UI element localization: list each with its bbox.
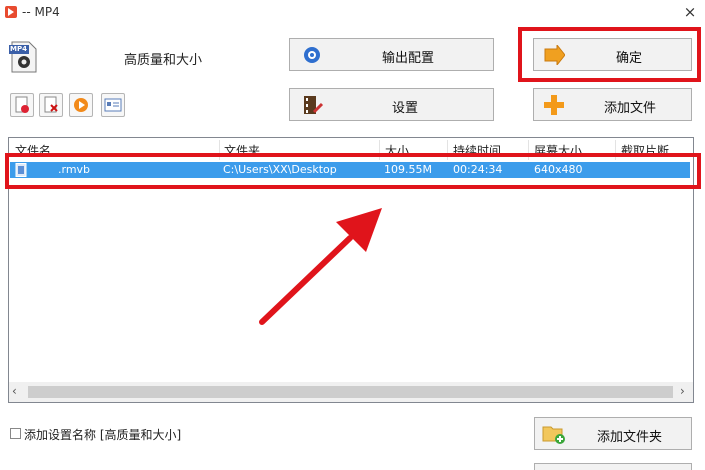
mp4-icon-text: MP4 bbox=[10, 45, 27, 53]
output-config-label: 输出配置 bbox=[382, 51, 435, 66]
scroll-right-icon[interactable]: › bbox=[680, 384, 685, 398]
delete-icon[interactable] bbox=[10, 93, 34, 117]
mp4-file-icon: MP4 bbox=[9, 41, 37, 73]
window-title: -- MP4 bbox=[22, 5, 60, 19]
app-logo-icon bbox=[5, 6, 17, 18]
settings-label: 设置 bbox=[392, 101, 419, 116]
arrow-right-icon bbox=[544, 45, 565, 65]
confirm-label: 确定 bbox=[616, 51, 643, 66]
film-tools-icon bbox=[304, 96, 324, 114]
add-setting-name-label: 添加设置名称 [高质量和大小] bbox=[24, 428, 182, 442]
annotation-arrow-icon bbox=[259, 208, 382, 325]
add-folder-icon bbox=[542, 426, 565, 444]
confirm-button[interactable]: 确定 bbox=[533, 38, 692, 71]
quality-label: 高质量和大小 bbox=[124, 53, 203, 68]
add-setting-name-checkbox[interactable] bbox=[10, 428, 21, 439]
plus-icon bbox=[544, 95, 564, 115]
add-folder-button[interactable]: 添加文件夹 bbox=[534, 417, 692, 450]
settings-button[interactable]: 设置 bbox=[289, 88, 494, 121]
close-button[interactable]: × bbox=[682, 3, 698, 21]
output-config-button[interactable]: 输出配置 bbox=[289, 38, 494, 71]
add-folder-label: 添加文件夹 bbox=[597, 430, 663, 445]
bottom-button-edge bbox=[534, 463, 692, 470]
add-file-button[interactable]: 添加文件 bbox=[533, 88, 692, 121]
remove-icon[interactable] bbox=[39, 93, 63, 117]
add-file-label: 添加文件 bbox=[604, 101, 657, 116]
scrollbar-thumb[interactable] bbox=[28, 386, 673, 398]
row-highlight bbox=[5, 153, 701, 189]
scroll-left-icon[interactable]: ‹ bbox=[12, 384, 17, 398]
gear-globe-icon bbox=[304, 47, 320, 63]
title-bar: -- MP4 × bbox=[0, 0, 705, 26]
play-icon[interactable] bbox=[69, 93, 93, 117]
info-icon[interactable] bbox=[101, 93, 125, 117]
